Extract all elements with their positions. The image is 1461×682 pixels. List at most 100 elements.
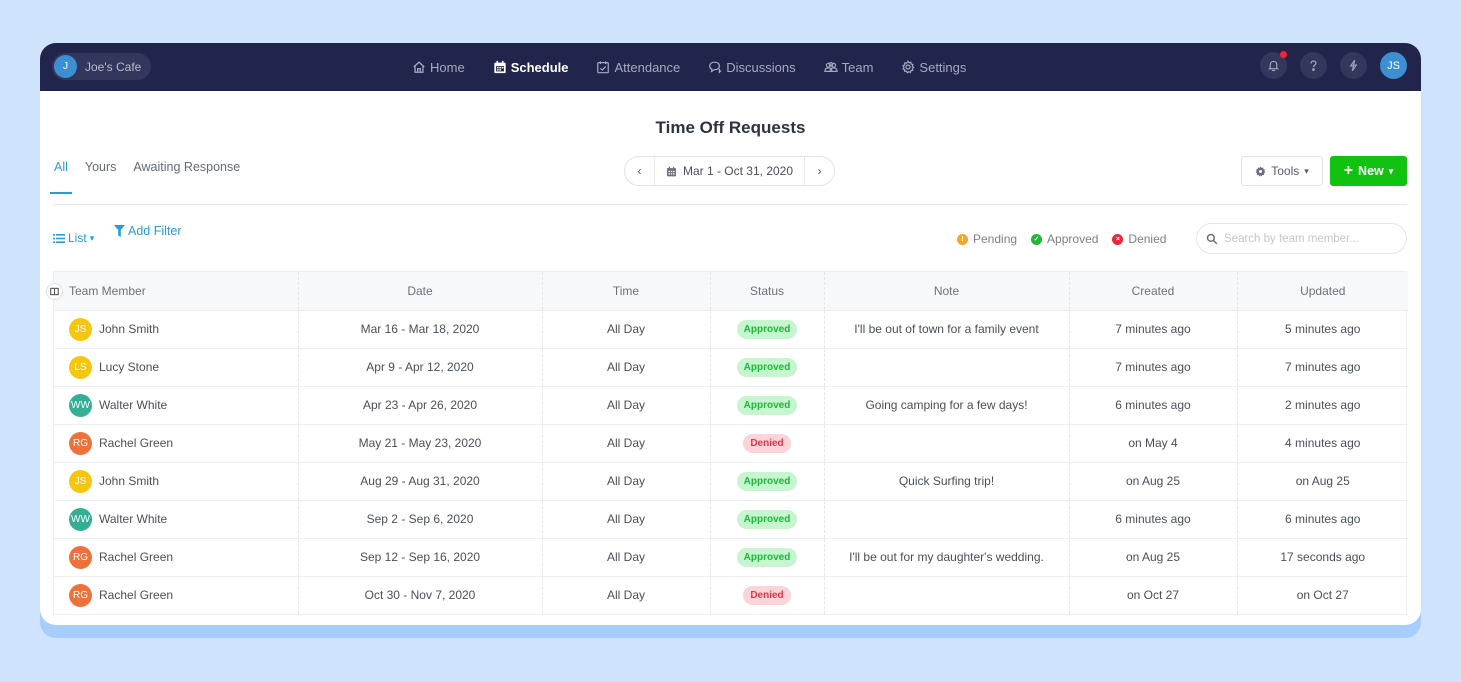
member-info: RG Rachel Green: [69, 545, 298, 569]
chevron-down-icon: ▾: [1304, 165, 1309, 176]
table-row[interactable]: WW Walter White Apr 23 - Apr 26, 2020 All D…: [54, 386, 1408, 425]
cell-status: Denied: [710, 576, 825, 615]
search-input[interactable]: [1224, 232, 1394, 245]
table-row[interactable]: WW Walter White Sep 2 - Sep 6, 2020 All Day…: [54, 500, 1408, 539]
cell-created: on Aug 25: [1069, 462, 1238, 501]
cell-time: All Day: [542, 500, 711, 539]
avatar: RG: [69, 583, 92, 607]
member-name[interactable]: John Smith: [99, 322, 159, 336]
table-row[interactable]: RG Rachel Green May 21 - May 23, 2020 All D…: [54, 424, 1408, 463]
nav-settings[interactable]: Settings: [901, 60, 966, 75]
cell-note: Quick Surfing trip!: [824, 462, 1070, 501]
columns-icon: [50, 287, 59, 296]
cell-time: All Day: [542, 576, 711, 615]
main-nav: Home Schedule Attendance Discussions Tea…: [412, 43, 966, 91]
prev-range-button[interactable]: ‹: [625, 157, 654, 185]
cell-created: 6 minutes ago: [1069, 386, 1238, 425]
column-header-time[interactable]: Time: [542, 272, 711, 311]
tab-yours[interactable]: Yours: [85, 160, 117, 194]
cell-status: Approved: [710, 500, 825, 539]
search-icon: [1206, 233, 1218, 244]
nav-settings-label: Settings: [919, 59, 967, 75]
member-name[interactable]: Walter White: [99, 512, 167, 526]
table-body: JS John Smith Mar 16 - Mar 18, 2020 All Day…: [54, 310, 1408, 615]
calendar-check-icon: [597, 61, 610, 74]
legend-pending[interactable]: ! Pending: [957, 232, 1017, 246]
avatar: JS: [69, 469, 92, 493]
column-header-updated[interactable]: Updated: [1237, 272, 1408, 311]
column-header-note[interactable]: Note: [824, 272, 1070, 311]
table-row[interactable]: JS John Smith Mar 16 - Mar 18, 2020 All Day…: [54, 310, 1408, 349]
member-info: RG Rachel Green: [69, 583, 298, 607]
member-name[interactable]: Rachel Green: [99, 550, 173, 564]
table-row[interactable]: RG Rachel Green Oct 30 - Nov 7, 2020 All Da…: [54, 576, 1408, 615]
nav-schedule[interactable]: Schedule: [493, 60, 568, 75]
column-toggle-button[interactable]: [46, 283, 63, 300]
status-badge: Approved: [736, 547, 798, 567]
status-badge: Approved: [736, 319, 798, 339]
column-header-date[interactable]: Date: [298, 272, 543, 311]
member-info: JS John Smith: [69, 317, 298, 341]
cell-updated: on Aug 25: [1237, 462, 1408, 501]
member-info: WW Walter White: [69, 507, 298, 531]
add-filter-button[interactable]: Add Filter: [114, 224, 182, 238]
legend-approved-label: Approved: [1047, 232, 1099, 246]
cell-time: All Day: [542, 424, 711, 463]
column-header-created[interactable]: Created: [1069, 272, 1238, 311]
avatar: LS: [69, 355, 92, 379]
nav-attendance-label: Attendance: [614, 59, 681, 75]
cell-note: [824, 576, 1070, 615]
view-mode-dropdown[interactable]: List ▾: [53, 231, 94, 245]
status-badge: Approved: [736, 471, 798, 491]
nav-home[interactable]: Home: [412, 60, 465, 75]
cell-status: Approved: [710, 348, 825, 387]
member-name[interactable]: John Smith: [99, 474, 159, 488]
chevron-right-icon: ›: [817, 164, 822, 178]
org-switcher[interactable]: J Joe's Cafe: [52, 53, 152, 80]
help-button[interactable]: [1300, 52, 1327, 79]
table-row[interactable]: JS John Smith Aug 29 - Aug 31, 2020 All Day…: [54, 462, 1408, 501]
tab-awaiting-response[interactable]: Awaiting Response: [133, 160, 240, 194]
member-name[interactable]: Lucy Stone: [99, 360, 159, 374]
cell-time: All Day: [542, 348, 711, 387]
cell-updated: 17 seconds ago: [1237, 538, 1408, 577]
legend-approved[interactable]: ✓ Approved: [1031, 232, 1098, 246]
new-request-button[interactable]: + New ▾: [1330, 156, 1407, 186]
cell-updated: 5 minutes ago: [1237, 310, 1408, 349]
filter-icon: [114, 225, 125, 237]
status-badge: Denied: [743, 585, 791, 605]
cell-time: All Day: [542, 538, 711, 577]
status-badge: Denied: [743, 433, 791, 453]
legend-denied[interactable]: × Denied: [1112, 232, 1166, 246]
tab-all[interactable]: All: [50, 160, 72, 194]
app-window: J Joe's Cafe Home Schedule Attendance Di…: [40, 43, 1421, 625]
user-avatar[interactable]: JS: [1380, 52, 1407, 79]
nav-discussions[interactable]: Discussions: [708, 60, 796, 75]
top-navbar: J Joe's Cafe Home Schedule Attendance Di…: [40, 43, 1421, 91]
status-legend: ! Pending ✓ Approved × Denied: [957, 232, 1166, 246]
table-row[interactable]: LS Lucy Stone Apr 9 - Apr 12, 2020 All Day A…: [54, 348, 1408, 387]
next-range-button[interactable]: ›: [805, 157, 834, 185]
cell-date: Mar 16 - Mar 18, 2020: [298, 310, 543, 349]
member-name[interactable]: Rachel Green: [99, 436, 173, 450]
nav-attendance[interactable]: Attendance: [596, 60, 680, 75]
column-header-team-member[interactable]: Team Member: [54, 272, 299, 311]
cell-updated: 6 minutes ago: [1237, 500, 1408, 539]
nav-team[interactable]: Team: [823, 60, 873, 75]
date-range-display[interactable]: Mar 1 - Oct 31, 2020: [654, 157, 805, 185]
home-icon: [413, 61, 425, 73]
cell-created: on Aug 25: [1069, 538, 1238, 577]
view-mode-label: List: [68, 231, 87, 245]
chevron-down-icon: ▾: [89, 232, 95, 243]
member-name[interactable]: Walter White: [99, 398, 167, 412]
tools-dropdown-button[interactable]: Tools ▾: [1241, 156, 1323, 186]
column-header-status[interactable]: Status: [710, 272, 825, 311]
member-name[interactable]: Rachel Green: [99, 588, 173, 602]
avatar: RG: [69, 545, 92, 569]
cell-time: All Day: [542, 386, 711, 425]
notifications-button[interactable]: [1260, 51, 1287, 79]
cell-updated: 2 minutes ago: [1237, 386, 1408, 425]
cell-created: on May 4: [1069, 424, 1238, 463]
table-row[interactable]: RG Rachel Green Sep 12 - Sep 16, 2020 All D…: [54, 538, 1408, 577]
whats-new-button[interactable]: [1340, 52, 1367, 79]
